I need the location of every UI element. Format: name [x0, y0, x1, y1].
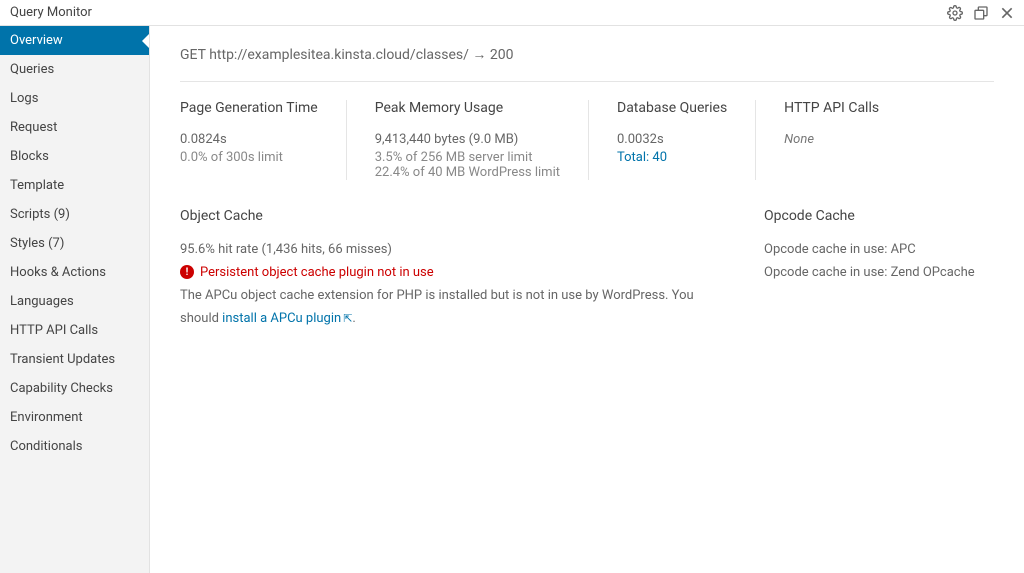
- opcode-line-2: Opcode cache in use: Zend OPcache: [764, 261, 994, 284]
- sidebar-item-queries[interactable]: Queries: [0, 55, 149, 84]
- stat-value: 9,413,440 bytes (9.0 MB): [375, 130, 560, 150]
- sidebar: Overview Queries Logs Request Blocks Tem…: [0, 26, 150, 573]
- content-overview: GET http://examplesitea.kinsta.cloud/cla…: [150, 26, 1024, 573]
- stat-http: HTTP API Calls None: [784, 100, 907, 180]
- cache-row: Object Cache 95.6% hit rate (1,436 hits,…: [180, 198, 994, 331]
- sidebar-item-transient[interactable]: Transient Updates: [0, 345, 149, 374]
- opcode-cache-title: Opcode Cache: [764, 208, 994, 224]
- stats-row: Page Generation Time 0.0824s 0.0% of 300…: [180, 81, 994, 198]
- stat-title: Database Queries: [617, 100, 727, 116]
- stat-wp-limit: 22.4% of 40 MB WordPress limit: [375, 165, 560, 180]
- opcode-cache-section: Opcode Cache Opcode cache in use: APC Op…: [764, 208, 994, 331]
- stat-page-generation: Page Generation Time 0.0824s 0.0% of 300…: [180, 100, 347, 180]
- stat-title: Page Generation Time: [180, 100, 318, 116]
- close-icon[interactable]: [998, 4, 1016, 22]
- stat-limit: 0.0% of 300s limit: [180, 150, 318, 165]
- panel-body: Overview Queries Logs Request Blocks Tem…: [0, 26, 1024, 573]
- warning-icon: !: [180, 265, 194, 279]
- stat-memory: Peak Memory Usage 9,413,440 bytes (9.0 M…: [375, 100, 589, 180]
- sidebar-item-request[interactable]: Request: [0, 113, 149, 142]
- stat-title: HTTP API Calls: [784, 100, 879, 116]
- sidebar-item-overview[interactable]: Overview: [0, 26, 149, 55]
- sidebar-item-template[interactable]: Template: [0, 171, 149, 200]
- sidebar-item-conditionals[interactable]: Conditionals: [0, 432, 149, 461]
- stat-server-limit: 3.5% of 256 MB server limit: [375, 150, 560, 165]
- object-cache-section: Object Cache 95.6% hit rate (1,436 hits,…: [180, 208, 764, 331]
- sidebar-item-environment[interactable]: Environment: [0, 403, 149, 432]
- db-total-link[interactable]: Total: 40: [617, 150, 667, 165]
- apc-text: The APCu object cache extension for PHP …: [180, 284, 734, 331]
- request-url: http://examplesitea.kinsta.cloud/classes…: [209, 47, 469, 63]
- sidebar-item-http[interactable]: HTTP API Calls: [0, 316, 149, 345]
- install-apcu-link[interactable]: install a APCu plugin⇱: [222, 311, 352, 326]
- request-method: GET: [180, 47, 206, 63]
- request-status: 200: [490, 47, 514, 63]
- warning-text: Persistent object cache plugin not in us…: [200, 265, 434, 280]
- sidebar-item-capability[interactable]: Capability Checks: [0, 374, 149, 403]
- header-actions: [946, 4, 1016, 22]
- sidebar-item-languages[interactable]: Languages: [0, 287, 149, 316]
- cache-warning: ! Persistent object cache plugin not in …: [180, 265, 734, 280]
- panel-header: Query Monitor: [0, 0, 1024, 26]
- stat-title: Peak Memory Usage: [375, 100, 560, 116]
- popout-icon[interactable]: [972, 4, 990, 22]
- request-arrow: →: [472, 47, 486, 63]
- sidebar-item-styles[interactable]: Styles (7): [0, 229, 149, 258]
- stat-db: Database Queries 0.0032s Total: 40: [617, 100, 756, 180]
- stat-value: 0.0824s: [180, 130, 318, 150]
- sidebar-item-blocks[interactable]: Blocks: [0, 142, 149, 171]
- stat-value: 0.0032s: [617, 130, 727, 150]
- gear-icon[interactable]: [946, 4, 964, 22]
- panel-title: Query Monitor: [10, 5, 92, 20]
- query-monitor-panel: Query Monitor Overview Queries Logs Requ…: [0, 0, 1024, 573]
- request-line: GET http://examplesitea.kinsta.cloud/cla…: [180, 46, 994, 81]
- opcode-line-1: Opcode cache in use: APC: [764, 238, 994, 261]
- hit-rate: 95.6% hit rate (1,436 hits, 66 misses): [180, 238, 734, 261]
- object-cache-title: Object Cache: [180, 208, 734, 224]
- sidebar-item-logs[interactable]: Logs: [0, 84, 149, 113]
- sidebar-item-scripts[interactable]: Scripts (9): [0, 200, 149, 229]
- sidebar-item-hooks[interactable]: Hooks & Actions: [0, 258, 149, 287]
- stat-value: None: [784, 130, 879, 150]
